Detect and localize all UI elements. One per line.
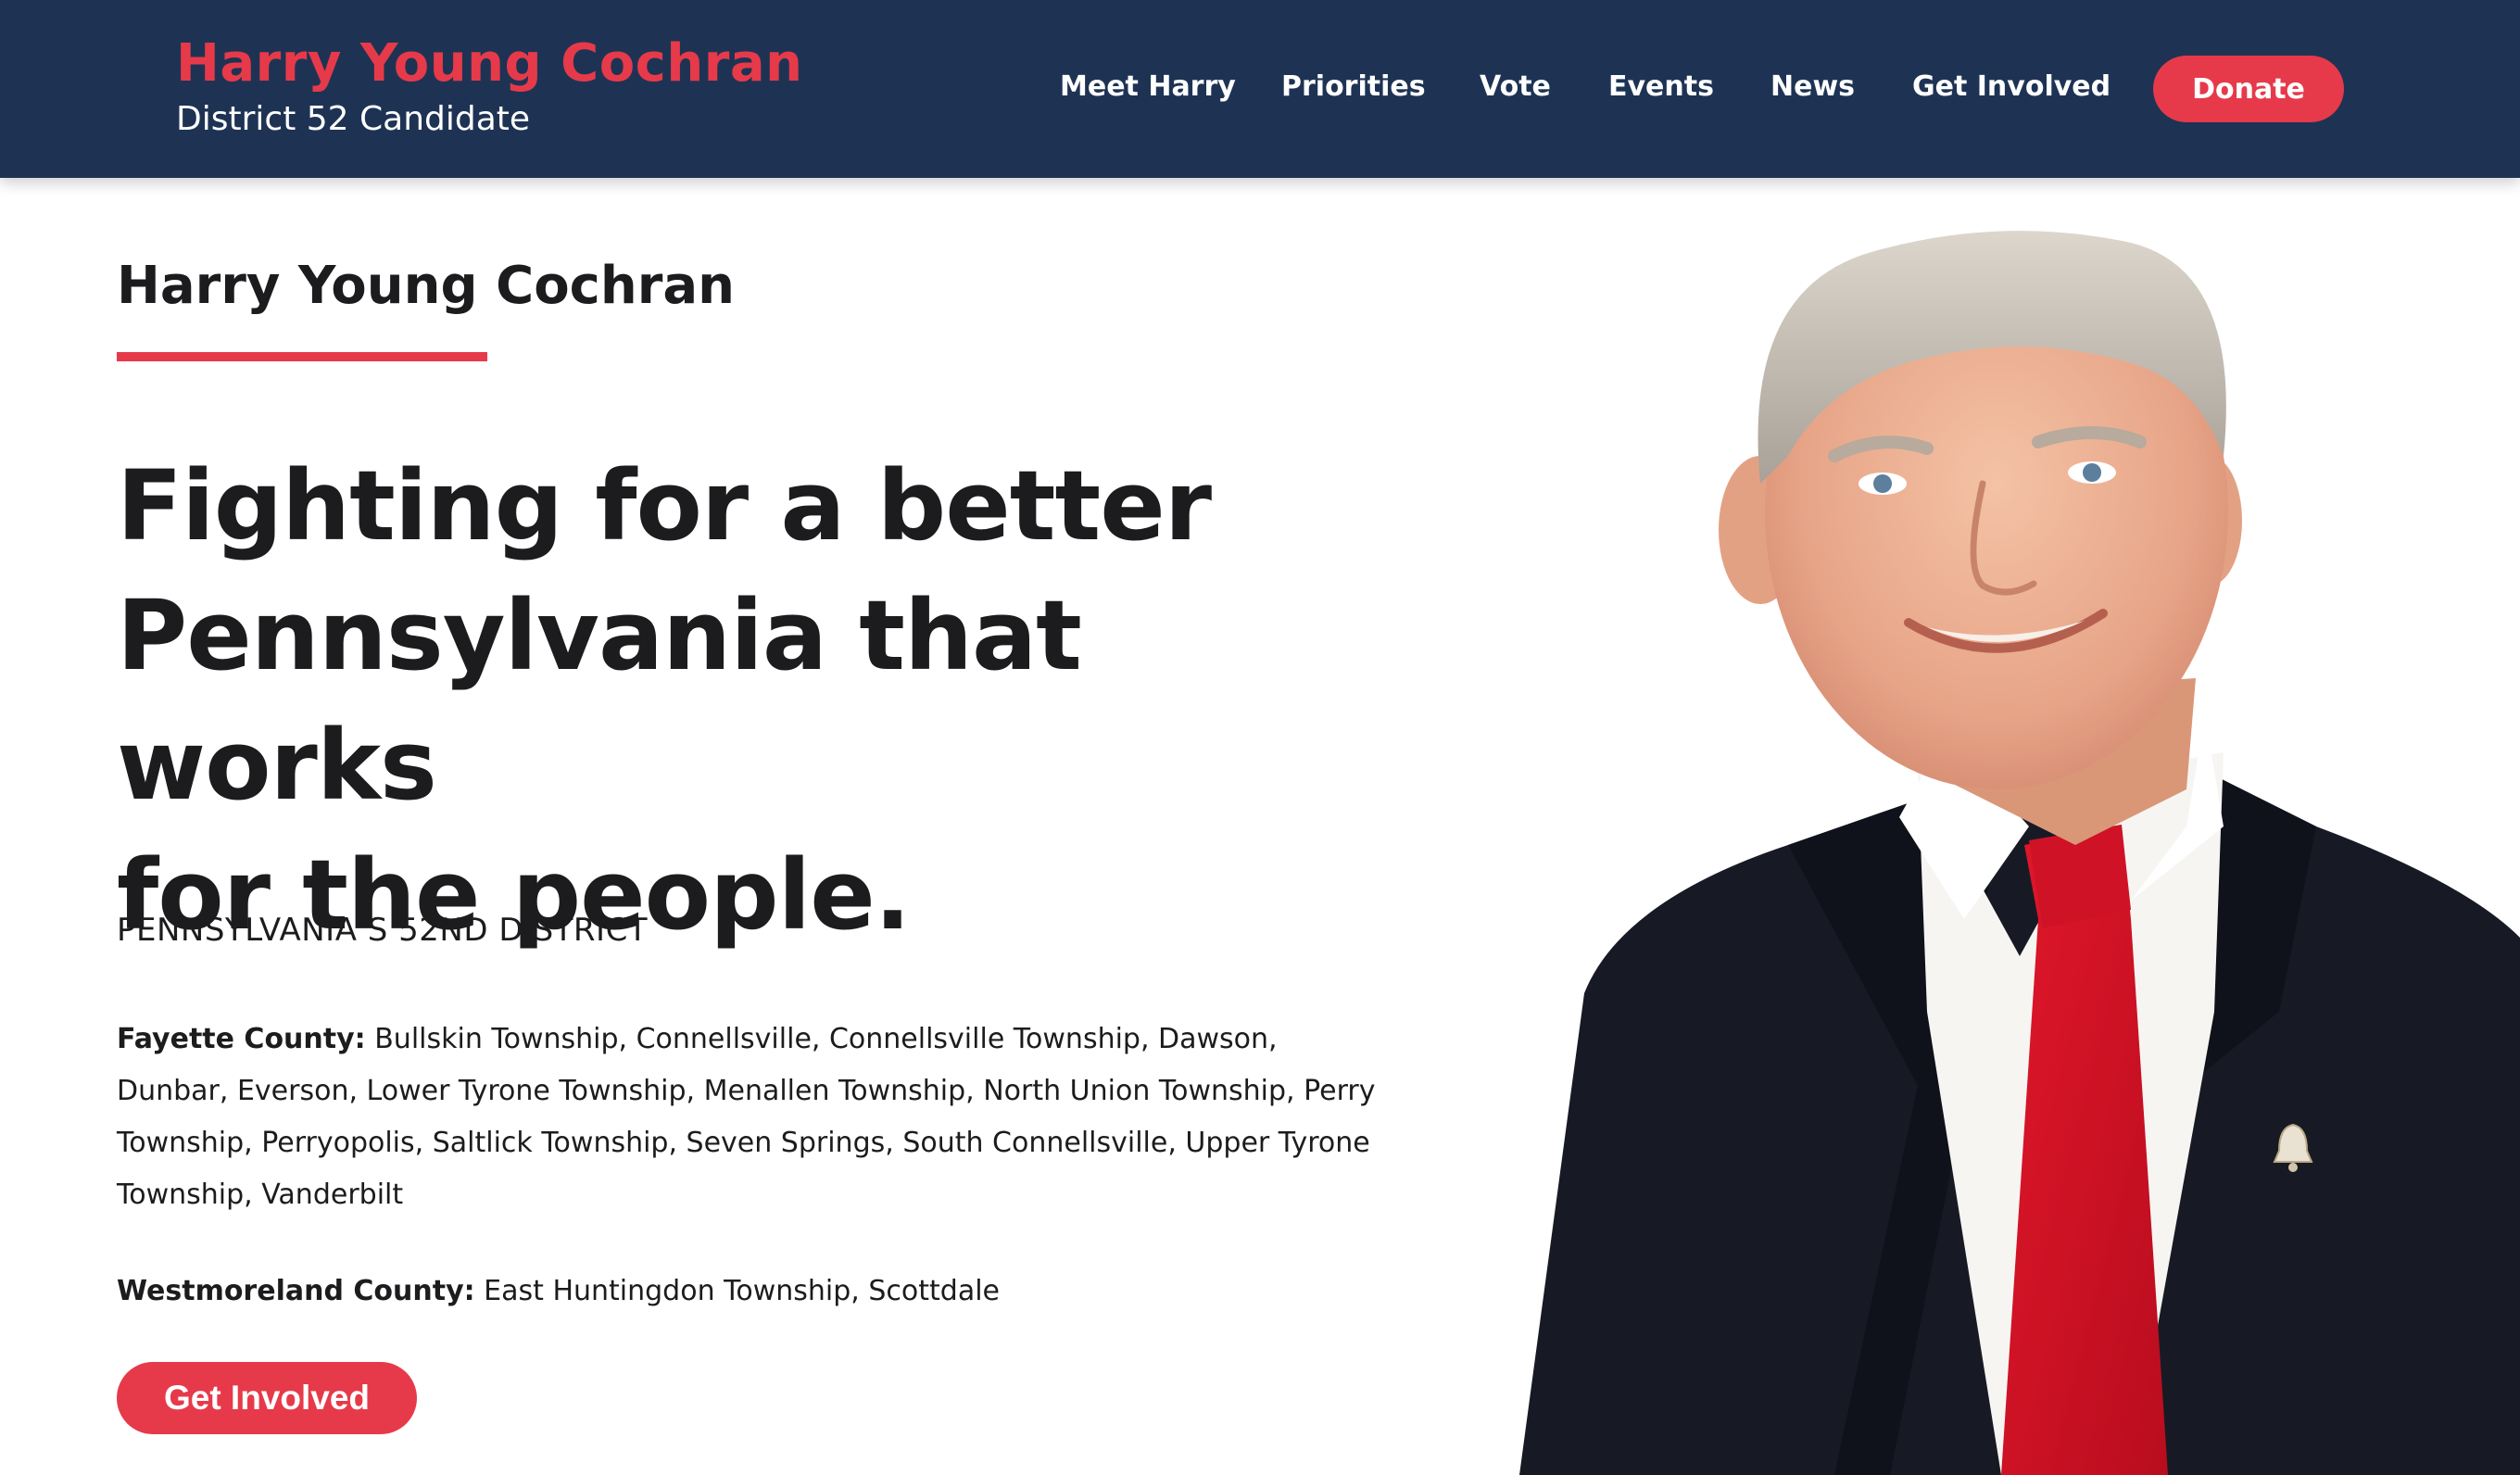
nav-get-involved[interactable]: Get Involved: [1912, 70, 2110, 103]
nav-meet-harry[interactable]: Meet Harry: [1060, 70, 1236, 103]
hero-headline: Fighting for a better Pennsylvania that …: [117, 441, 1414, 960]
county-fayette: Fayette County: Bullskin Township, Conne…: [117, 1014, 1395, 1221]
county-name: Westmoreland County:: [117, 1275, 475, 1307]
county-name: Fayette County:: [117, 1023, 366, 1055]
nav-events[interactable]: Events: [1608, 70, 1714, 103]
headline-line: Fighting for a better: [117, 449, 1212, 562]
district-label: PENNSYLVANIA’S 52ND DISTRICT: [117, 912, 649, 949]
nav-vote[interactable]: Vote: [1480, 70, 1551, 103]
candidate-portrait: [1482, 178, 2520, 1475]
donate-button[interactable]: Donate: [2153, 56, 2344, 122]
site-header: Harry Young Cochran District 52 Candidat…: [0, 0, 2520, 178]
nav-news[interactable]: News: [1770, 70, 1855, 103]
accent-divider: [117, 352, 487, 361]
brand-subtitle: District 52 Candidate: [176, 100, 531, 138]
brand-name[interactable]: Harry Young Cochran: [176, 33, 803, 94]
county-westmoreland: Westmoreland County: East Huntingdon Tow…: [117, 1266, 1395, 1317]
headline-line: Pennsylvania that works: [117, 579, 1082, 822]
get-involved-button[interactable]: Get Involved: [117, 1362, 417, 1434]
county-places: East Huntingdon Township, Scottdale: [484, 1275, 1000, 1307]
nav-priorities[interactable]: Priorities: [1281, 70, 1426, 103]
hero-kicker: Harry Young Cochran: [117, 256, 735, 316]
